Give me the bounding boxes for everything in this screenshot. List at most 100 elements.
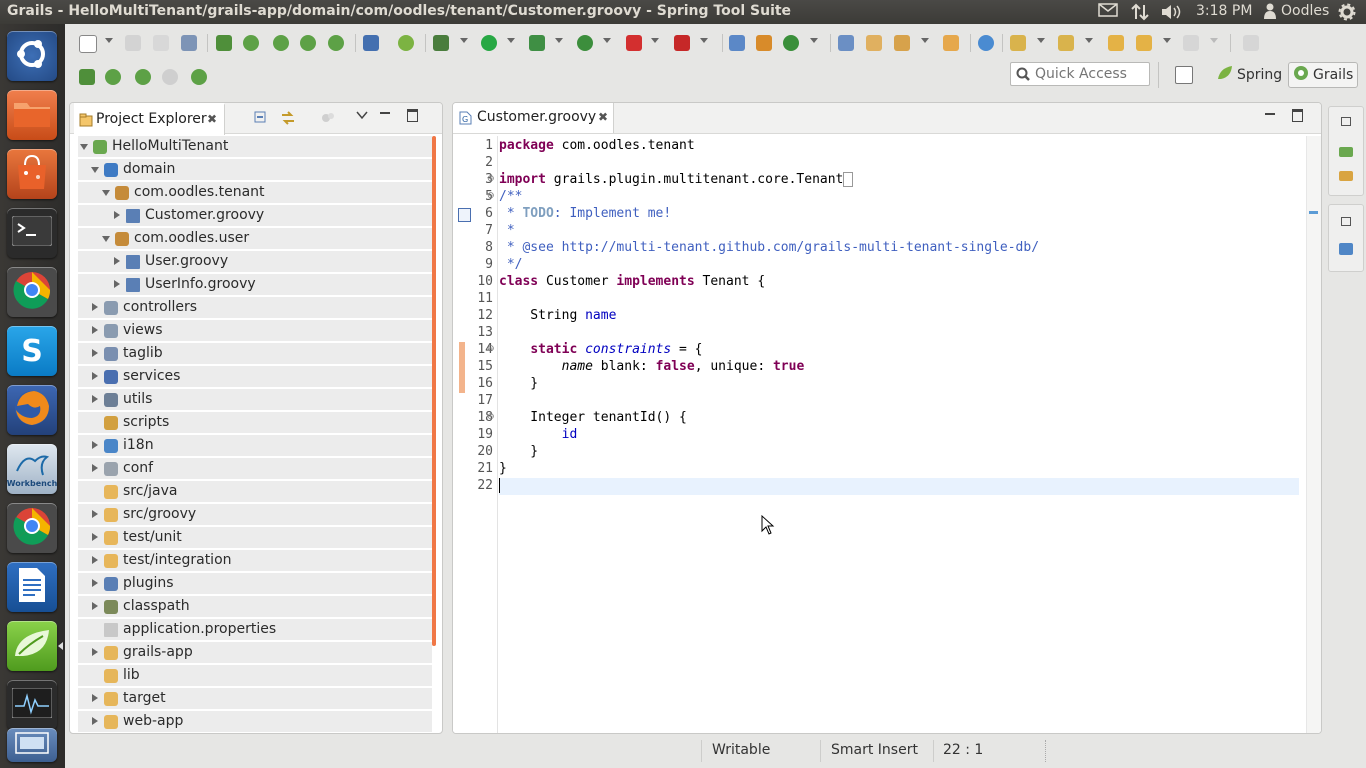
grails-new-project-icon[interactable] bbox=[216, 35, 232, 51]
collapsed-arrow-icon[interactable] bbox=[114, 257, 120, 265]
collapsed-arrow-icon[interactable] bbox=[92, 602, 98, 610]
run-last-icon[interactable] bbox=[529, 35, 545, 51]
search-tools-icon[interactable] bbox=[894, 35, 910, 51]
collapsed-arrow-icon[interactable] bbox=[92, 349, 98, 357]
grails-run-war-icon[interactable] bbox=[135, 69, 151, 85]
forward-icon[interactable] bbox=[1183, 35, 1199, 51]
collapsed-arrow-icon[interactable] bbox=[92, 326, 98, 334]
view-menu-icon[interactable] bbox=[356, 109, 368, 124]
back-dropdown-icon[interactable] bbox=[1163, 38, 1171, 43]
tree-item[interactable]: UserInfo.groovy bbox=[78, 274, 432, 296]
tasks-view-icon[interactable] bbox=[1339, 171, 1353, 181]
fold-collapse-icon[interactable]: ⊖ bbox=[487, 344, 495, 354]
server-dropdown-icon[interactable] bbox=[603, 38, 611, 43]
launcher-files[interactable] bbox=[7, 90, 57, 140]
quick-access-field[interactable] bbox=[1010, 62, 1150, 86]
editor-overview-ruler[interactable] bbox=[1306, 136, 1321, 733]
collapsed-arrow-icon[interactable] bbox=[92, 510, 98, 518]
code-line[interactable] bbox=[499, 291, 1299, 308]
tree-item[interactable]: taglib bbox=[78, 343, 432, 365]
code-line[interactable]: } bbox=[499, 376, 1299, 393]
network-indicator-icon[interactable] bbox=[1130, 3, 1150, 25]
mail-indicator-icon[interactable] bbox=[1098, 3, 1118, 21]
grails-run-icon[interactable] bbox=[243, 35, 259, 51]
launcher-software-center[interactable] bbox=[7, 149, 57, 199]
tree-item[interactable]: com.oodles.user bbox=[78, 228, 432, 250]
maximize-icon[interactable] bbox=[1292, 109, 1303, 122]
launcher-mysql-workbench[interactable]: Workbench bbox=[7, 444, 57, 494]
server-icon[interactable] bbox=[577, 35, 593, 51]
pin-editor-icon[interactable] bbox=[1243, 35, 1259, 51]
restore-icon[interactable] bbox=[1341, 217, 1351, 226]
clock[interactable]: 3:18 PM bbox=[1196, 3, 1252, 19]
grails-disabled-icon[interactable] bbox=[162, 69, 178, 85]
code-line[interactable]: */ bbox=[499, 257, 1299, 274]
code-line[interactable]: * @see http://multi-tenant.github.com/gr… bbox=[499, 240, 1299, 257]
grails-project-icon[interactable] bbox=[79, 69, 95, 85]
collapsed-arrow-icon[interactable] bbox=[92, 694, 98, 702]
search-dropdown-icon[interactable] bbox=[921, 38, 929, 43]
new-dropdown-icon[interactable] bbox=[105, 38, 113, 43]
tree-item[interactable]: conf bbox=[78, 458, 432, 480]
volume-indicator-icon[interactable] bbox=[1160, 3, 1184, 25]
tree-item[interactable]: services bbox=[78, 366, 432, 388]
debug-dropdown-icon[interactable] bbox=[460, 38, 468, 43]
minimize-icon[interactable] bbox=[1265, 113, 1275, 115]
code-line[interactable]: import grails.plugin.multitenant.core.Te… bbox=[499, 172, 1299, 189]
code-line[interactable] bbox=[499, 393, 1299, 410]
browser-icon[interactable] bbox=[978, 35, 994, 51]
tree-item[interactable]: User.groovy bbox=[78, 251, 432, 273]
close-icon[interactable]: ✖ bbox=[207, 112, 217, 126]
collapsed-arrow-icon[interactable] bbox=[114, 280, 120, 288]
collapsed-arrow-icon[interactable] bbox=[92, 717, 98, 725]
tree-item[interactable]: grails-app bbox=[78, 642, 432, 664]
tree-item[interactable]: test/unit bbox=[78, 527, 432, 549]
external-tools-icon[interactable] bbox=[674, 35, 690, 51]
code-line[interactable]: * bbox=[499, 223, 1299, 240]
previous-annotation-dropdown-icon[interactable] bbox=[1085, 38, 1093, 43]
code-line[interactable] bbox=[499, 478, 1299, 495]
collapsed-arrow-icon[interactable] bbox=[92, 648, 98, 656]
user-name[interactable]: Oodles bbox=[1281, 3, 1329, 19]
grails-command-icon[interactable] bbox=[273, 35, 289, 51]
fold-collapse-icon[interactable]: ⊖ bbox=[487, 191, 495, 201]
tree-item[interactable]: plugins bbox=[78, 573, 432, 595]
code-line[interactable]: Integer tenantId() { bbox=[499, 410, 1299, 427]
launcher-skype[interactable]: S bbox=[7, 326, 57, 376]
open-resource-icon[interactable] bbox=[866, 35, 882, 51]
expanded-arrow-icon[interactable] bbox=[102, 190, 110, 196]
expanded-arrow-icon[interactable] bbox=[102, 236, 110, 242]
code-line[interactable]: * TODO: Implement me! bbox=[499, 206, 1299, 223]
tree-item[interactable]: com.oodles.tenant bbox=[78, 182, 432, 204]
launcher-spring-tool-suite[interactable] bbox=[7, 621, 57, 671]
tree-item[interactable]: lib bbox=[78, 665, 432, 687]
code-line[interactable]: name blank: false, unique: true bbox=[499, 359, 1299, 376]
tree-item[interactable]: target bbox=[78, 688, 432, 710]
code-line[interactable]: } bbox=[499, 444, 1299, 461]
code-line[interactable]: id bbox=[499, 427, 1299, 444]
tree-item[interactable]: views bbox=[78, 320, 432, 342]
new-type-icon[interactable] bbox=[729, 35, 745, 51]
perspective-spring[interactable]: Spring bbox=[1213, 62, 1286, 88]
task-marker-icon[interactable] bbox=[1309, 211, 1318, 214]
collapsed-arrow-icon[interactable] bbox=[114, 211, 120, 219]
collapsed-arrow-icon[interactable] bbox=[92, 441, 98, 449]
code-line[interactable]: static constraints = { bbox=[499, 342, 1299, 359]
save-icon[interactable] bbox=[125, 35, 141, 51]
collapsed-arrow-icon[interactable] bbox=[92, 464, 98, 472]
code-line[interactable] bbox=[499, 325, 1299, 342]
code-line[interactable] bbox=[499, 155, 1299, 172]
folded-imports-icon[interactable] bbox=[843, 172, 854, 187]
launcher-chrome-2[interactable] bbox=[7, 503, 57, 553]
run-dropdown-icon[interactable] bbox=[507, 38, 515, 43]
outline-view-icon[interactable] bbox=[1339, 243, 1353, 255]
launcher-terminal[interactable] bbox=[7, 208, 57, 258]
expanded-arrow-icon[interactable] bbox=[91, 167, 99, 173]
new-icon[interactable] bbox=[79, 35, 97, 53]
tree-item[interactable]: web-app bbox=[78, 711, 432, 733]
tree-item[interactable]: test/integration bbox=[78, 550, 432, 572]
print-icon[interactable] bbox=[181, 35, 197, 51]
open-folder-icon[interactable] bbox=[943, 35, 959, 51]
new-class-dropdown-icon[interactable] bbox=[810, 38, 818, 43]
grails-run-app-icon[interactable] bbox=[105, 69, 121, 85]
